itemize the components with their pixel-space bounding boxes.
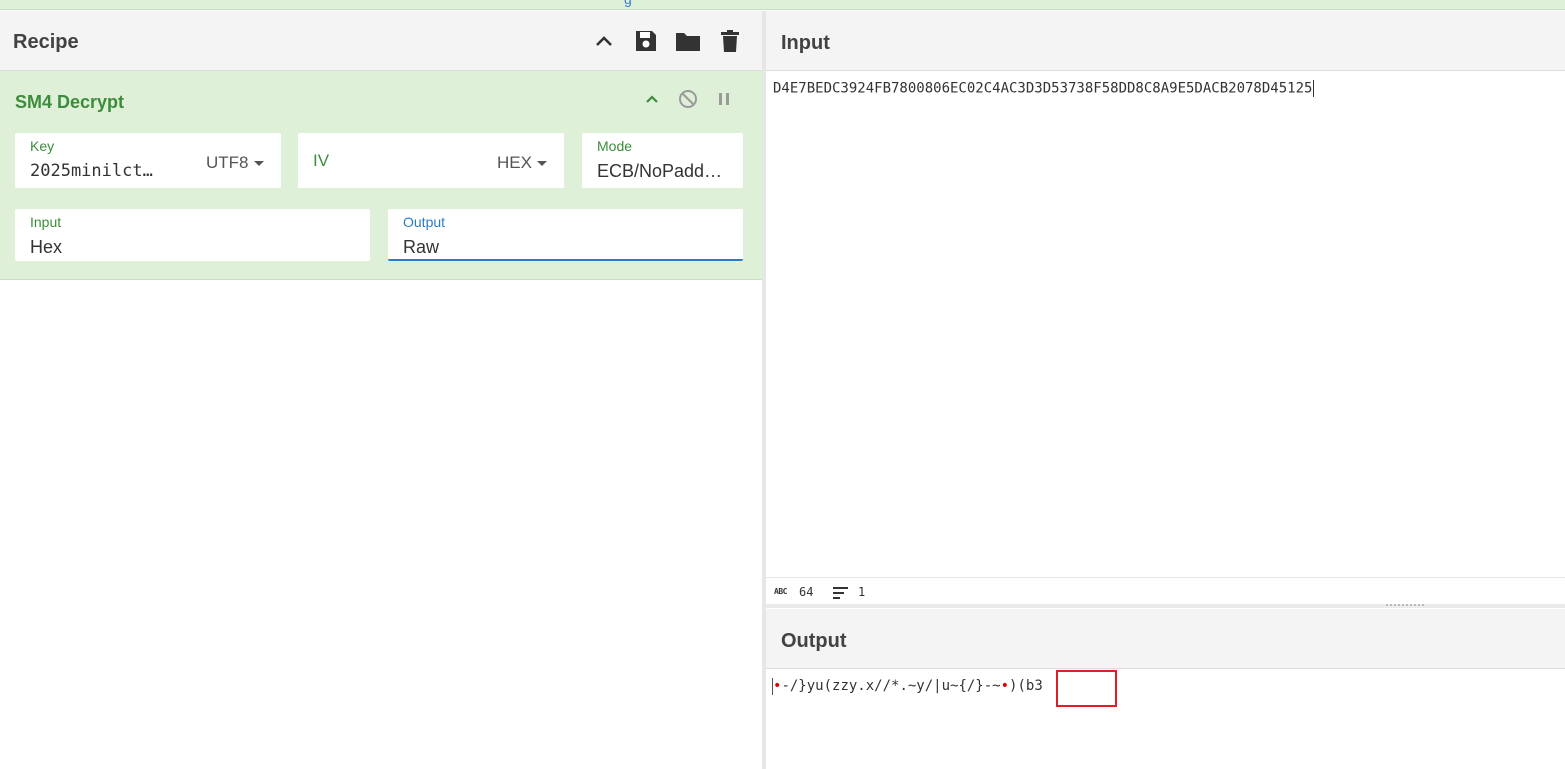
output-title: Output (781, 630, 847, 652)
abc-icon: ABC (774, 587, 787, 596)
iv-field[interactable]: IV HEX (298, 133, 564, 188)
input-status-bar: ABC 64 1 (766, 577, 1565, 604)
output-dot-2: • (1000, 678, 1010, 694)
recipe-pane: Recipe SM4 Decrypt Key 2025minilct… UTF8… (0, 11, 762, 769)
highlight-box (1056, 670, 1117, 707)
input-header: Input (766, 11, 1565, 71)
output-format-field[interactable]: Output Raw (388, 209, 743, 261)
top-strip: g (0, 0, 1565, 10)
input-lines: 1 (858, 585, 866, 599)
folder-icon[interactable] (674, 27, 702, 55)
output-format-label: Output (403, 214, 446, 230)
recipe-header: Recipe (0, 11, 762, 71)
mode-value[interactable]: ECB/NoPadd… (597, 161, 732, 182)
iv-label: IV (313, 151, 330, 170)
operation-sm4-decrypt: SM4 Decrypt Key 2025minilct… UTF8 IV HEX… (0, 71, 762, 280)
save-icon[interactable] (632, 27, 660, 55)
input-textarea[interactable]: D4E7BEDC3924FB7800806EC02C4AC3D3D53738F5… (773, 80, 1315, 97)
input-format-field[interactable]: Input Hex (15, 209, 370, 261)
lines-icon (833, 587, 849, 602)
input-format-label: Input (30, 214, 62, 230)
iv-encoding-dropdown[interactable]: HEX (497, 153, 547, 173)
disable-icon[interactable] (676, 87, 700, 111)
top-strip-char: g (624, 0, 632, 7)
output-text-mid: -/}yu(zzy.x//*.~y/|u~{/}-~ (781, 678, 1001, 694)
key-label: Key (30, 138, 55, 154)
output-header: Output (766, 609, 1565, 669)
grip-icon[interactable] (1386, 604, 1424, 607)
mode-field[interactable]: Mode ECB/NoPadd… (582, 133, 743, 188)
chevron-up-icon[interactable] (640, 87, 664, 111)
input-title: Input (781, 32, 830, 54)
input-format-value[interactable]: Hex (30, 237, 62, 258)
mode-label: Mode (597, 138, 633, 154)
key-value[interactable]: 2025minilct… (30, 161, 180, 181)
text-caret (1313, 80, 1315, 97)
key-encoding-dropdown[interactable]: UTF8 (206, 153, 264, 173)
key-field[interactable]: Key 2025minilct… UTF8 (15, 133, 281, 188)
output-format-value[interactable]: Raw (403, 237, 439, 258)
input-length: 64 (799, 585, 814, 599)
output-text-end: )(b3 (1009, 678, 1043, 694)
recipe-title: Recipe (13, 31, 79, 53)
input-text-value: D4E7BEDC3924FB7800806EC02C4AC3D3D53738F5… (773, 80, 1313, 97)
chevron-up-icon[interactable] (590, 27, 618, 55)
trash-icon[interactable] (716, 27, 744, 55)
operation-title: SM4 Decrypt (15, 92, 125, 112)
pause-icon[interactable] (712, 87, 736, 111)
io-resize-handle[interactable] (766, 604, 1565, 608)
output-textarea[interactable]: •-/}yu(zzy.x//*.~y/|u~{/}-~•)(b3 (773, 678, 1043, 694)
